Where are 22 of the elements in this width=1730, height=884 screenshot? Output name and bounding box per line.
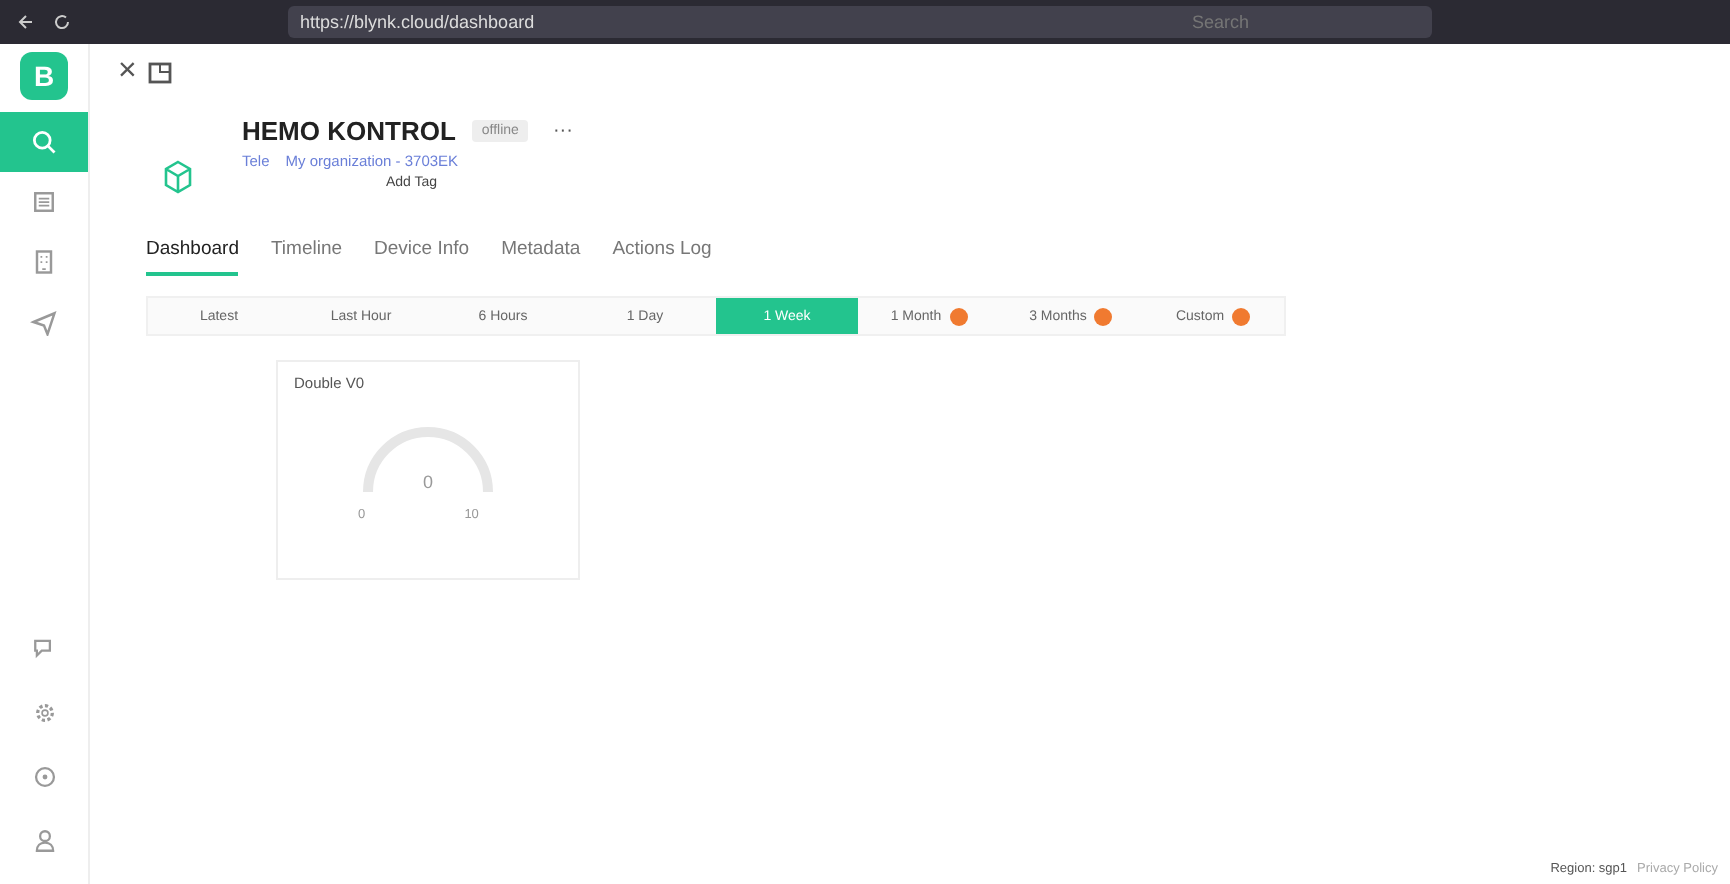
reload-icon[interactable] (52, 12, 72, 32)
send-icon (30, 308, 58, 336)
help-icon (31, 763, 57, 789)
sidebar-item[interactable] (0, 112, 88, 172)
cube-icon (162, 160, 194, 194)
user-icon (31, 827, 57, 853)
list-icon (30, 188, 58, 216)
close-button[interactable]: × (118, 54, 137, 90)
tab[interactable]: Device Info (374, 234, 470, 276)
window-icon[interactable] (148, 61, 173, 83)
tab[interactable]: Actions Log (612, 234, 712, 276)
building-icon (30, 248, 58, 276)
gauge-value: 0 (420, 472, 435, 492)
more-button[interactable]: ··· (544, 120, 581, 142)
back-icon[interactable] (16, 12, 36, 32)
tab[interactable]: Timeline (270, 234, 343, 276)
tab[interactable]: Dashboard (146, 234, 239, 276)
tab[interactable]: Metadata (501, 234, 581, 276)
device-name: HEMO KONTROL (242, 116, 456, 146)
search-icon (30, 128, 58, 156)
chat-icon (31, 635, 57, 661)
settings-icon (31, 699, 57, 725)
